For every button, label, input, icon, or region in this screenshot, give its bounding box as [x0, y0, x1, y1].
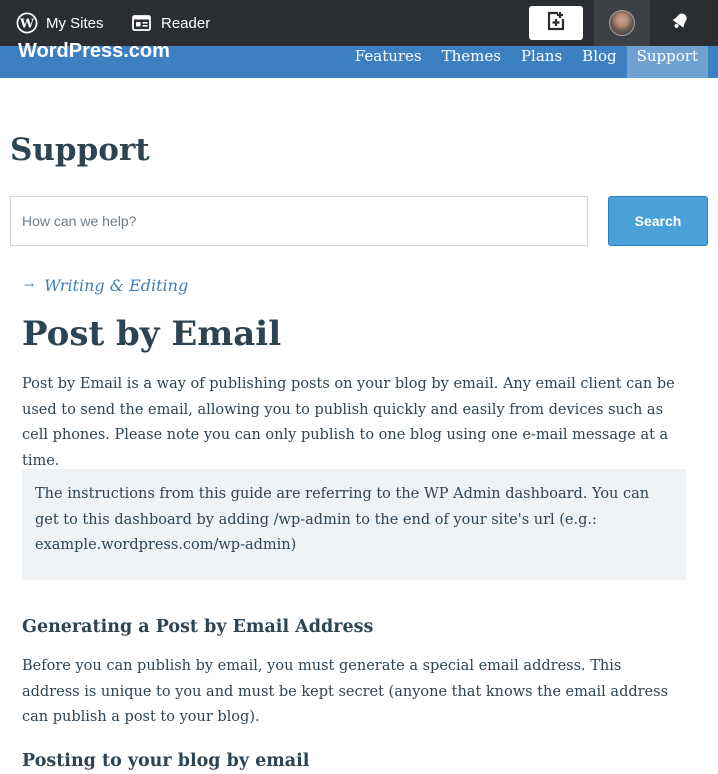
main-nav: Features Themes Plans Blog Support	[345, 46, 708, 78]
nav-features[interactable]: Features	[345, 46, 432, 78]
reader-icon	[132, 15, 151, 31]
section-paragraph: Before you can publish by email, you mus…	[22, 658, 669, 725]
wordpress-com-logo[interactable]: WordPress.com	[18, 41, 170, 74]
intro-paragraph: Post by Email is a way of publishing pos…	[22, 376, 675, 469]
wordpress-icon: W	[16, 12, 38, 34]
write-post-button[interactable]	[529, 6, 583, 40]
breadcrumb: → Writing & Editing	[24, 274, 188, 296]
notifications-bell-icon	[669, 10, 691, 37]
arrow-right-icon: →	[24, 278, 35, 292]
article-title: Post by Email	[22, 314, 282, 354]
my-sites-label: My Sites	[46, 14, 104, 32]
notice-text: The instructions from this guide are ref…	[35, 486, 650, 553]
site-header: WordPress.com Features Themes Plans Blog…	[0, 41, 718, 78]
nav-support[interactable]: Support	[626, 46, 708, 78]
nav-blog[interactable]: Blog	[572, 46, 626, 78]
search-input[interactable]	[10, 196, 588, 246]
breadcrumb-link[interactable]: Writing & Editing	[44, 276, 188, 295]
notice-box: The instructions from this guide are ref…	[22, 469, 686, 580]
me-button[interactable]	[594, 0, 650, 46]
notifications-button[interactable]	[660, 0, 700, 46]
nav-plans[interactable]: Plans	[511, 46, 572, 78]
section-heading: Generating a Post by Email Address	[22, 617, 374, 637]
search-button[interactable]: Search	[608, 196, 708, 246]
page-title: Support	[10, 132, 150, 168]
svg-text:W: W	[19, 16, 35, 31]
reader-label: Reader	[161, 14, 211, 32]
section-heading-next: Posting to your blog by email	[22, 751, 310, 771]
nav-themes[interactable]: Themes	[432, 46, 511, 78]
write-post-icon	[545, 10, 567, 37]
avatar	[609, 10, 635, 36]
